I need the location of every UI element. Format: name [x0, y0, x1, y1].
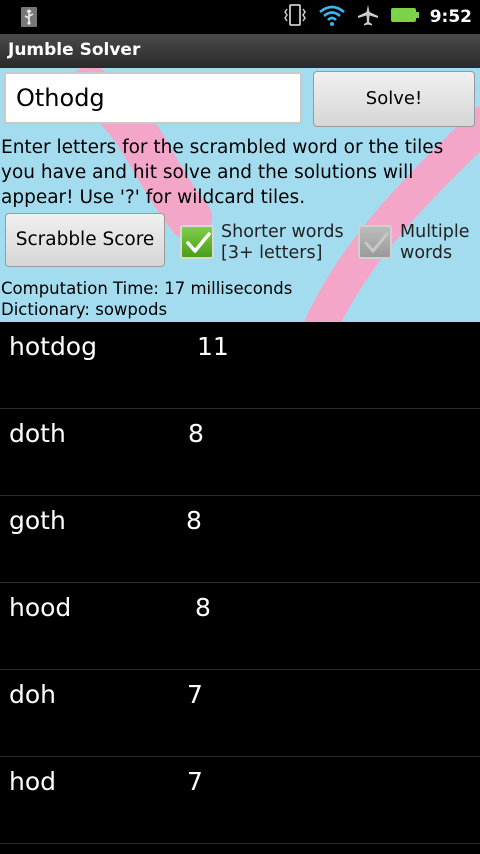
multiple-words-checkbox[interactable] [358, 225, 392, 259]
wifi-icon [318, 3, 346, 31]
result-word: goth [9, 506, 66, 535]
input-panel: Solve! Enter letters for the scrambled w… [0, 68, 480, 322]
computation-time: Computation Time: 17 milliseconds [1, 279, 293, 298]
app-title-bar: Jumble Solver [0, 34, 480, 69]
status-bar: 9:52 [0, 0, 480, 34]
result-score: 7 [187, 680, 203, 709]
shorter-words-checkbox[interactable] [180, 225, 214, 259]
results-list[interactable]: hotdog 11 doth 8 goth 8 hood 8 doh 7 hod… [0, 322, 480, 854]
airplane-mode-icon [356, 3, 380, 31]
word-input[interactable] [4, 72, 302, 124]
result-word: hod [9, 767, 57, 796]
result-word: hotdog [9, 332, 97, 361]
shorter-words-label: Shorter words [3+ letters] [221, 222, 344, 263]
list-item[interactable]: hod 7 [0, 757, 480, 844]
list-item[interactable]: doth 8 [0, 409, 480, 496]
result-score: 8 [188, 419, 204, 448]
list-item[interactable]: hotdog 11 [0, 322, 480, 409]
battery-icon [390, 6, 420, 28]
dictionary-label: Dictionary: sowpods [1, 300, 168, 319]
result-word: doh [9, 680, 57, 709]
status-time: 9:52 [429, 7, 472, 27]
instructions-text: Enter letters for the scrambled word or … [1, 137, 444, 208]
checkmark-icon [186, 232, 211, 253]
list-item[interactable]: hood 8 [0, 583, 480, 670]
result-score: 7 [187, 767, 203, 796]
app-title: Jumble Solver [8, 40, 141, 60]
vibrate-icon [282, 3, 308, 31]
list-item[interactable]: goth 8 [0, 496, 480, 583]
multiple-words-label: Multiple words [400, 222, 470, 263]
solve-button[interactable]: Solve! [313, 71, 475, 127]
result-score: 11 [197, 332, 229, 361]
result-word: doth [9, 419, 66, 448]
result-word: hood [9, 593, 72, 622]
scrabble-score-button[interactable]: Scrabble Score [5, 213, 165, 267]
checkmark-icon [364, 232, 389, 253]
result-score: 8 [186, 506, 202, 535]
result-score: 8 [195, 593, 211, 622]
list-item[interactable]: doh 7 [0, 670, 480, 757]
usb-icon [18, 6, 40, 28]
